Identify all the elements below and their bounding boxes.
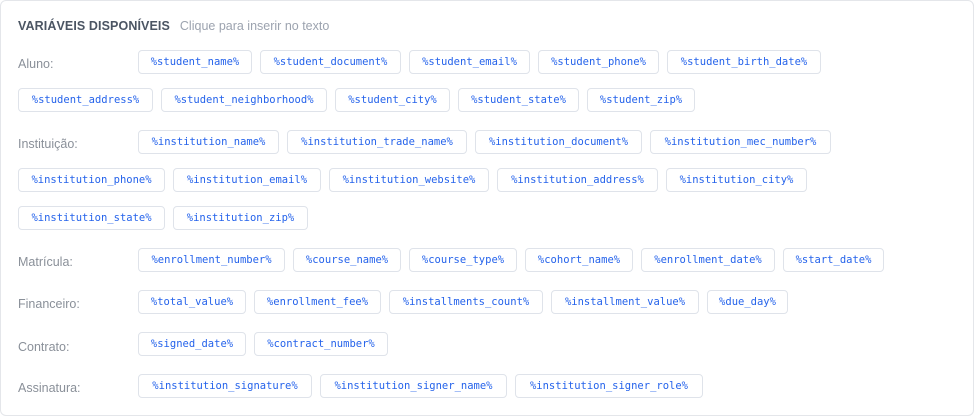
variable-chip-installment-value[interactable]: %installment_value% bbox=[551, 290, 699, 314]
variable-chip-installments-count[interactable]: %installments_count% bbox=[389, 290, 543, 314]
variable-chip-institution-mec-number[interactable]: %institution_mec_number% bbox=[650, 130, 831, 154]
variable-chip-student-name[interactable]: %student_name% bbox=[138, 50, 252, 74]
variable-chip-student-document[interactable]: %student_document% bbox=[260, 50, 401, 74]
group-label-financeiro: Financeiro: bbox=[18, 297, 80, 311]
variable-chip-start-date[interactable]: %start_date% bbox=[783, 248, 884, 272]
group-label-contrato: Contrato: bbox=[18, 340, 70, 354]
variable-chip-student-city[interactable]: %student_city% bbox=[335, 88, 450, 112]
panel-header: VARIÁVEIS DISPONÍVEIS Clique para inseri… bbox=[18, 18, 329, 34]
available-variables-panel: VARIÁVEIS DISPONÍVEIS Clique para inseri… bbox=[0, 0, 974, 416]
variable-chip-cohort-name[interactable]: %cohort_name% bbox=[525, 248, 633, 272]
group-label-matricula: Matrícula: bbox=[18, 255, 73, 269]
variable-chip-institution-zip[interactable]: %institution_zip% bbox=[173, 206, 308, 230]
variable-chip-institution-signature[interactable]: %institution_signature% bbox=[138, 374, 312, 398]
variable-chip-contract-number[interactable]: %contract_number% bbox=[254, 332, 388, 356]
variable-chip-student-email[interactable]: %student_email% bbox=[409, 50, 530, 74]
variable-chip-student-zip[interactable]: %student_zip% bbox=[587, 88, 695, 112]
variable-chip-enrollment-fee[interactable]: %enrollment_fee% bbox=[254, 290, 381, 314]
group-label-instituicao: Instituição: bbox=[18, 137, 78, 151]
variable-chip-institution-signer-role[interactable]: %institution_signer_role% bbox=[515, 374, 703, 398]
variable-chip-institution-name[interactable]: %institution_name% bbox=[138, 130, 279, 154]
panel-hint: Clique para inserir no texto bbox=[179, 19, 330, 33]
variable-chip-due-day[interactable]: %due_day% bbox=[707, 290, 788, 314]
variable-chip-course-name[interactable]: %course_name% bbox=[293, 248, 401, 272]
variable-chip-student-neighborhood[interactable]: %student_neighborhood% bbox=[161, 88, 327, 112]
variable-chip-enrollment-date[interactable]: %enrollment_date% bbox=[641, 248, 775, 272]
variable-chip-institution-address[interactable]: %institution_address% bbox=[497, 168, 658, 192]
variable-chip-enrollment-number[interactable]: %enrollment_number% bbox=[138, 248, 285, 272]
variable-chip-institution-state[interactable]: %institution_state% bbox=[18, 206, 165, 230]
group-label-aluno: Aluno: bbox=[18, 57, 54, 71]
panel-title: VARIÁVEIS DISPONÍVEIS bbox=[18, 19, 170, 33]
variable-chip-student-birth-date[interactable]: %student_birth_date% bbox=[667, 50, 821, 74]
group-label-assinatura: Assinatura: bbox=[18, 381, 81, 395]
variable-chip-institution-phone[interactable]: %institution_phone% bbox=[18, 168, 165, 192]
variable-chip-institution-trade-name[interactable]: %institution_trade_name% bbox=[287, 130, 467, 154]
variable-chip-student-state[interactable]: %student_state% bbox=[458, 88, 579, 112]
variable-chip-student-address[interactable]: %student_address% bbox=[18, 88, 153, 112]
variable-chip-institution-website[interactable]: %institution_website% bbox=[329, 168, 489, 192]
variable-chip-institution-email[interactable]: %institution_email% bbox=[173, 168, 321, 192]
variable-chip-institution-document[interactable]: %institution_document% bbox=[475, 130, 642, 154]
variable-chip-institution-city[interactable]: %institution_city% bbox=[666, 168, 807, 192]
variable-chip-total-value[interactable]: %total_value% bbox=[138, 290, 246, 314]
variable-chip-course-type[interactable]: %course_type% bbox=[409, 248, 517, 272]
variable-chip-student-phone[interactable]: %student_phone% bbox=[538, 50, 659, 74]
variable-chip-institution-signer-name[interactable]: %institution_signer_name% bbox=[320, 374, 507, 398]
variable-chip-signed-date[interactable]: %signed_date% bbox=[138, 332, 246, 356]
